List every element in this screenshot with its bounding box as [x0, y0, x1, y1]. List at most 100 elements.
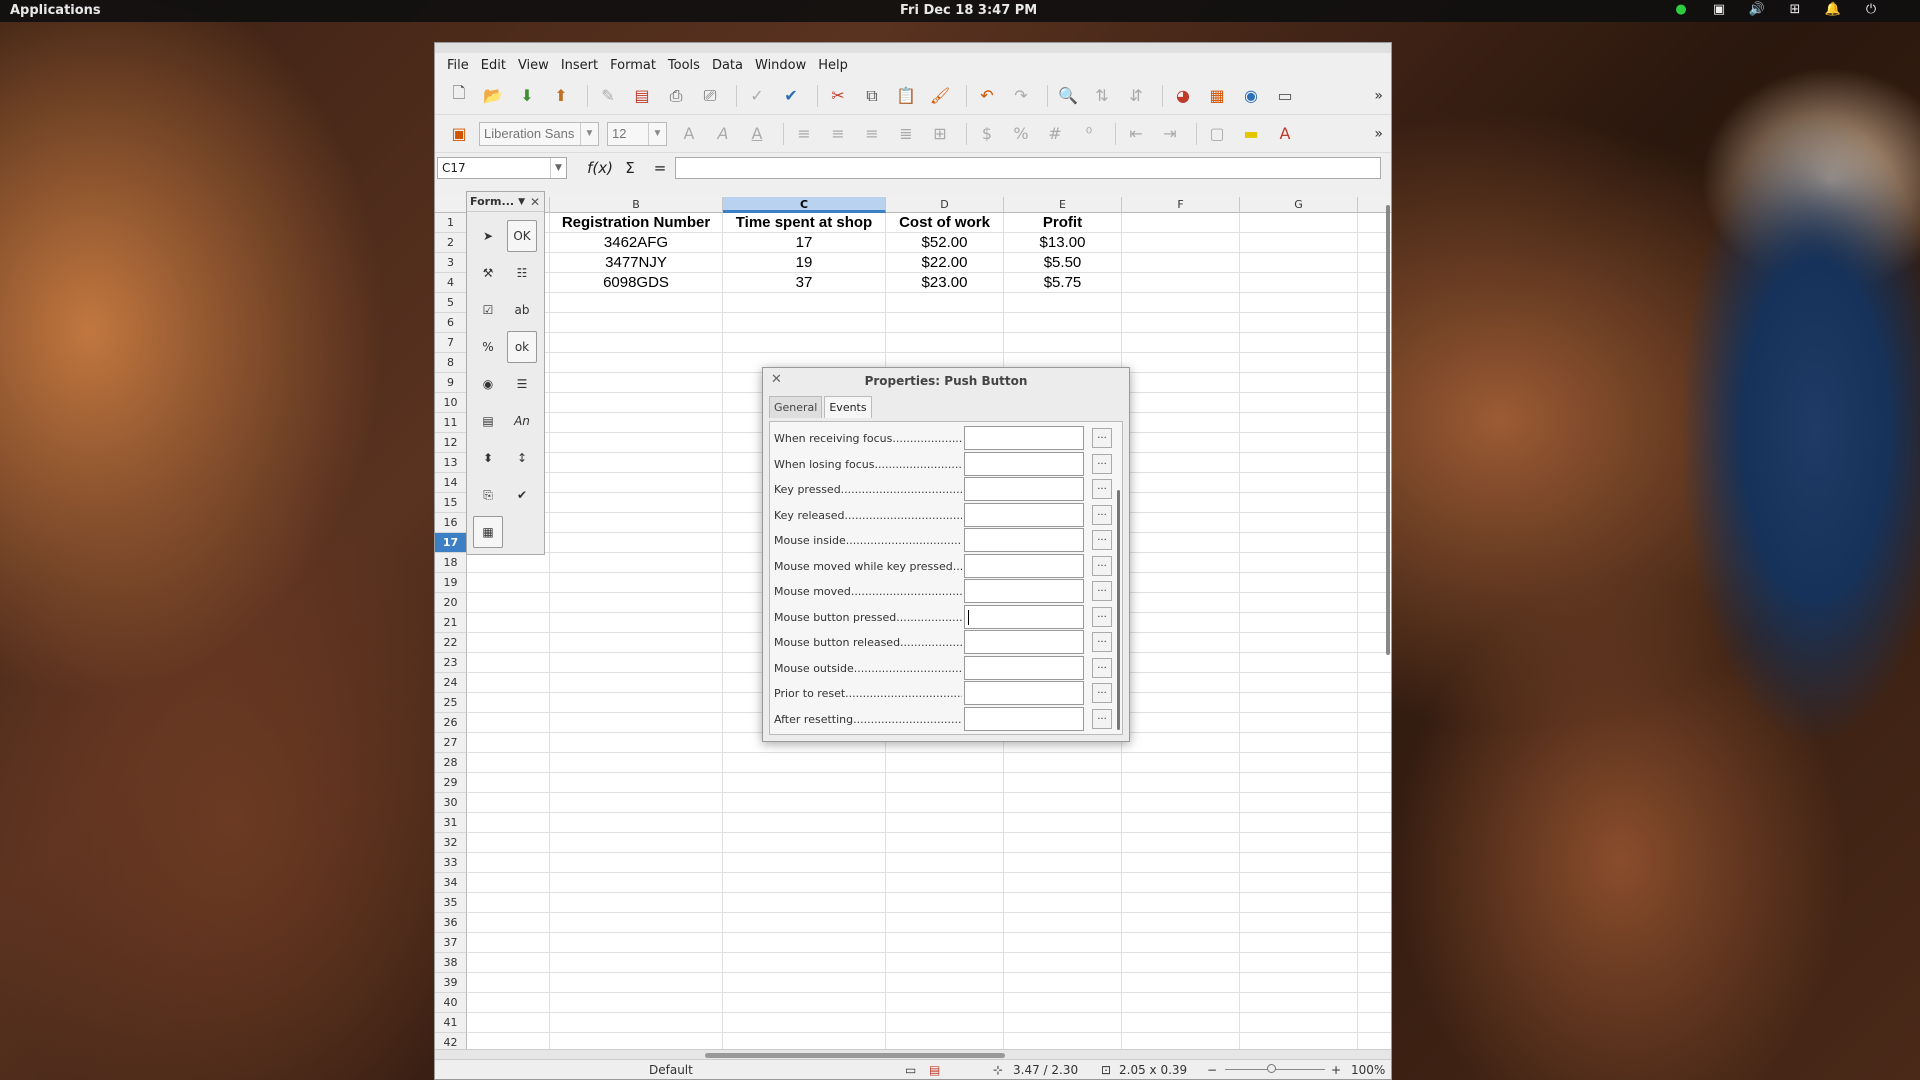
cell[interactable] [886, 773, 1004, 793]
column-header[interactable]: G [1240, 197, 1358, 213]
menu-file[interactable]: File [441, 58, 475, 73]
cell[interactable] [468, 773, 550, 793]
event-macro-field[interactable] [964, 604, 1084, 629]
cell[interactable] [550, 773, 723, 793]
event-macro-field[interactable] [964, 426, 1084, 450]
cell[interactable] [1122, 473, 1240, 493]
column-header[interactable]: D [886, 197, 1004, 213]
assign-macro-button[interactable]: ... [1092, 606, 1112, 627]
row-header[interactable]: 25 [435, 693, 466, 713]
formatted-field-icon[interactable]: % [473, 331, 503, 363]
cell[interactable] [1122, 793, 1240, 813]
show-draw-functions-icon[interactable]: ▭ [1271, 83, 1299, 109]
dialog-titlebar[interactable]: ✕ Properties: Push Button [763, 368, 1129, 394]
row-header[interactable]: 21 [435, 613, 466, 633]
event-macro-field[interactable] [964, 528, 1084, 552]
cell[interactable] [1122, 573, 1240, 593]
cell[interactable] [1240, 213, 1358, 233]
cell[interactable] [723, 753, 886, 773]
applications-menu[interactable]: Applications [10, 3, 101, 18]
cell[interactable] [1240, 773, 1358, 793]
column-header[interactable]: E [1004, 197, 1122, 213]
cell[interactable] [723, 793, 886, 813]
cell[interactable] [468, 993, 550, 1013]
menu-window[interactable]: Window [749, 58, 812, 73]
close-icon[interactable]: ✕ [530, 195, 540, 209]
cell[interactable] [468, 933, 550, 953]
cell[interactable] [1240, 873, 1358, 893]
cell[interactable] [723, 293, 886, 313]
chevron-down-icon[interactable]: ▼ [550, 158, 566, 178]
cell[interactable] [886, 333, 1004, 353]
row-header[interactable]: 9 [435, 373, 466, 393]
option-button-icon[interactable]: ◉ [473, 368, 503, 400]
list-box-icon[interactable]: ☰ [507, 368, 537, 400]
chevron-down-icon[interactable]: ▼ [518, 197, 525, 207]
row-header[interactable]: 24 [435, 673, 466, 693]
cell[interactable] [1004, 933, 1122, 953]
event-macro-field[interactable] [964, 655, 1084, 680]
cell[interactable] [468, 573, 550, 593]
cell[interactable] [1240, 1013, 1358, 1033]
cell[interactable]: $5.75 [1004, 273, 1122, 293]
cell[interactable] [1240, 713, 1358, 733]
cell[interactable]: 6098GDS [550, 273, 723, 293]
cell[interactable] [1240, 393, 1358, 413]
cell[interactable] [550, 573, 723, 593]
cell[interactable] [1122, 353, 1240, 373]
window-titlebar[interactable] [435, 43, 1391, 53]
cell[interactable] [1240, 533, 1358, 553]
event-macro-field[interactable] [964, 477, 1084, 501]
display-icon[interactable]: ▣ [1710, 2, 1728, 18]
cell[interactable]: $23.00 [886, 273, 1004, 293]
cell[interactable] [550, 293, 723, 313]
cell[interactable] [723, 913, 886, 933]
event-macro-field[interactable] [964, 579, 1084, 603]
row-header[interactable]: 10 [435, 393, 466, 413]
cell[interactable] [550, 793, 723, 813]
row-header[interactable]: 11 [435, 413, 466, 433]
cell[interactable] [886, 853, 1004, 873]
cell[interactable] [550, 673, 723, 693]
cell[interactable] [886, 933, 1004, 953]
header-cell[interactable]: Profit [1004, 213, 1122, 233]
cell[interactable] [550, 933, 723, 953]
export-pdf-icon[interactable]: ▤ [628, 83, 656, 109]
row-header[interactable]: 33 [435, 853, 466, 873]
clone-formatting-icon[interactable]: 🖌 [926, 83, 954, 109]
row-header[interactable]: 1 [435, 213, 466, 233]
align-right-icon[interactable]: ≡ [858, 121, 886, 147]
cell[interactable] [550, 693, 723, 713]
tab-general[interactable]: General [769, 396, 823, 418]
cell[interactable] [550, 953, 723, 973]
cell[interactable] [1240, 813, 1358, 833]
chevron-down-icon[interactable]: ▼ [648, 122, 666, 145]
cell[interactable] [468, 953, 550, 973]
cell[interactable] [1122, 213, 1240, 233]
cell[interactable] [1240, 333, 1358, 353]
cell[interactable] [468, 693, 550, 713]
cell[interactable] [723, 973, 886, 993]
print-icon[interactable]: ⎙ [662, 83, 690, 109]
cell[interactable] [1122, 513, 1240, 533]
save-icon[interactable]: ⬇ [513, 83, 541, 109]
cell[interactable] [886, 753, 1004, 773]
cell[interactable]: 3462AFG [550, 233, 723, 253]
cell[interactable] [1122, 453, 1240, 473]
event-macro-field[interactable] [964, 502, 1084, 527]
cell[interactable] [1240, 613, 1358, 633]
cell[interactable] [550, 893, 723, 913]
cell[interactable] [1240, 593, 1358, 613]
cell[interactable] [550, 913, 723, 933]
combo-box-icon[interactable]: ▤ [473, 405, 503, 437]
cell[interactable] [550, 473, 723, 493]
zoom-level[interactable]: 100% [1351, 1063, 1385, 1077]
cell[interactable] [1122, 253, 1240, 273]
event-macro-field[interactable] [964, 553, 1084, 578]
cell[interactable] [1122, 993, 1240, 1013]
assign-macro-button[interactable]: ... [1092, 504, 1112, 525]
cell[interactable] [550, 513, 723, 533]
cell[interactable] [1240, 653, 1358, 673]
events-scrollbar[interactable] [1117, 490, 1120, 730]
row-header[interactable]: 19 [435, 573, 466, 593]
